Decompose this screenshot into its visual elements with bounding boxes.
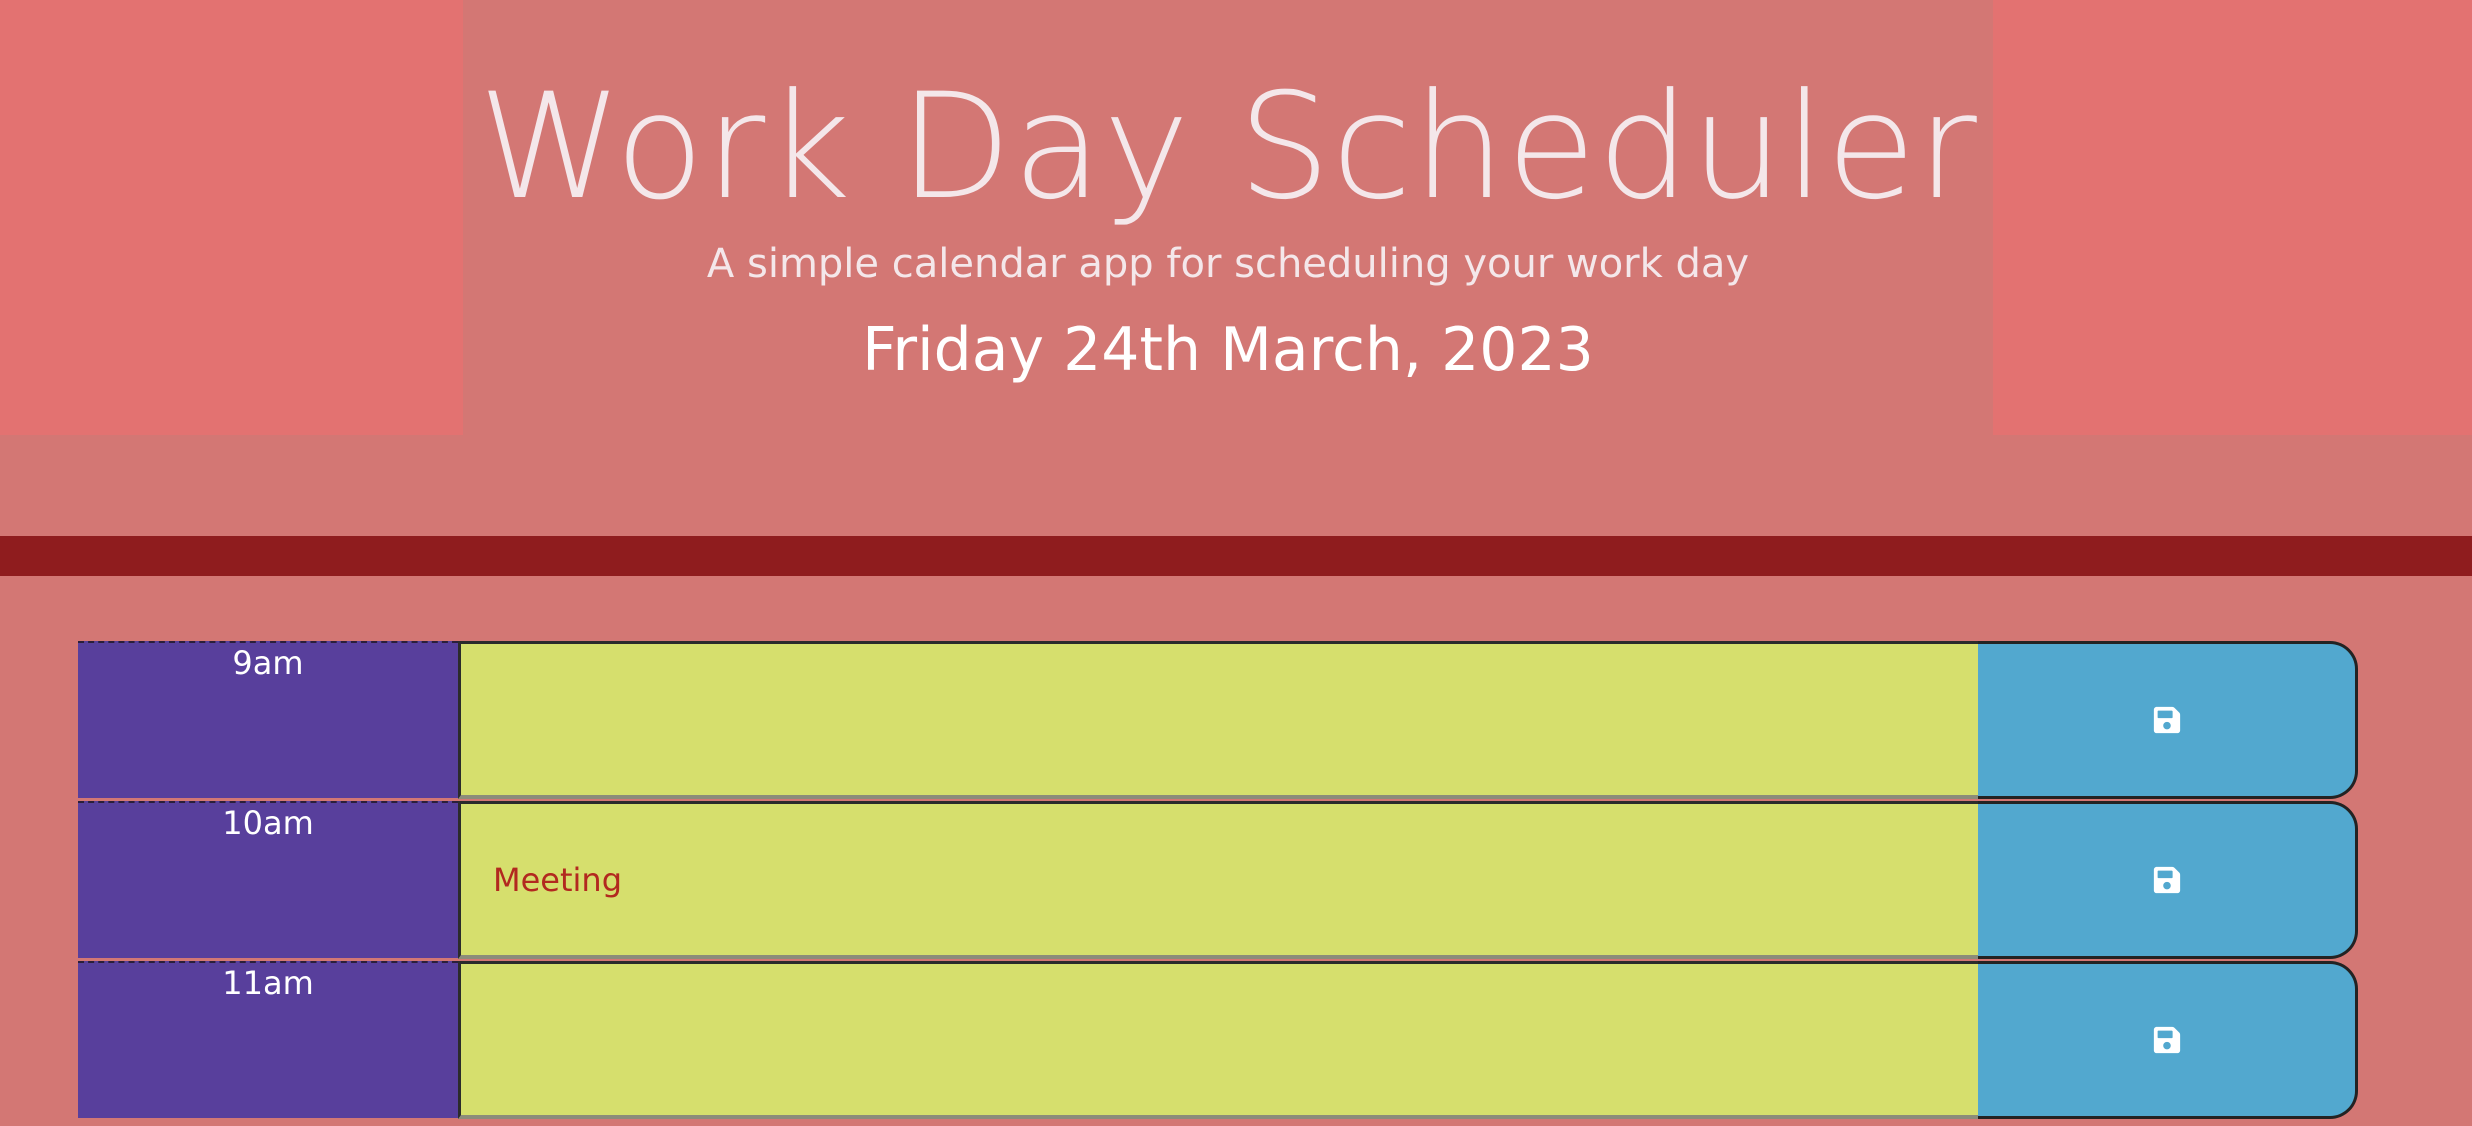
page-title: Work Day Scheduler [478, 62, 1978, 232]
description-textarea[interactable] [458, 641, 2056, 799]
header-divider [0, 536, 2472, 576]
right-side-panel [1993, 0, 2472, 435]
save-button[interactable] [1978, 801, 2358, 959]
description-textarea[interactable] [458, 961, 2056, 1119]
page-subtitle: A simple calendar app for scheduling you… [706, 241, 1750, 287]
description-textarea[interactable]: Meeting [458, 801, 2056, 959]
hour-label: 11am [222, 964, 314, 1002]
floppy-disk-icon [2153, 866, 2180, 894]
floppy-disk-icon [2153, 706, 2180, 734]
hour-column: 11am [78, 961, 458, 1118]
hour-column: 9am [78, 641, 458, 798]
time-block-11am: 11am [78, 961, 2358, 1121]
current-day: Friday 24th March, 2023 [862, 315, 1594, 385]
left-side-panel [0, 0, 463, 435]
hour-label: 10am [222, 804, 314, 842]
schedule-container: 9am 10am Meeting 11am [78, 641, 2358, 1121]
save-button[interactable] [1978, 641, 2358, 799]
time-block-10am: 10am Meeting [78, 801, 2358, 961]
hour-column: 10am [78, 801, 458, 958]
save-button[interactable] [1978, 961, 2358, 1119]
time-block-9am: 9am [78, 641, 2358, 801]
header-jumbotron: Work Day Scheduler A simple calendar app… [463, 0, 1993, 435]
floppy-disk-icon [2153, 1026, 2180, 1054]
hour-label: 9am [232, 644, 304, 682]
